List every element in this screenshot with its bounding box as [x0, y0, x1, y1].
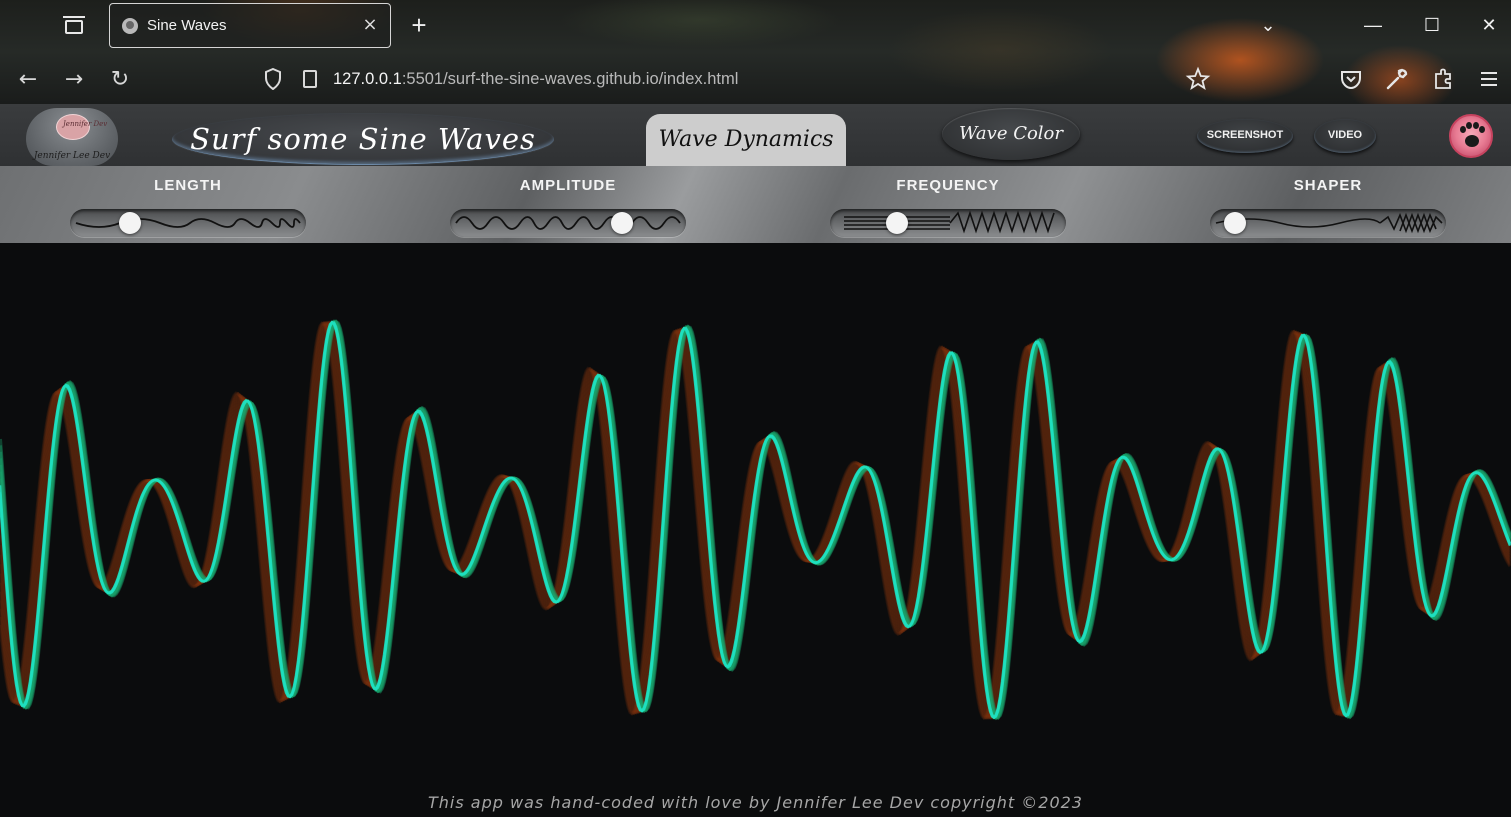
length-slider[interactable] — [70, 209, 306, 237]
extensions-icon[interactable] — [1430, 66, 1456, 92]
browser-tab[interactable]: Sine Waves × — [109, 3, 391, 48]
tab-wave-color[interactable]: Wave Color — [942, 108, 1080, 160]
screenshot-button[interactable]: SCREENSHOT — [1197, 119, 1293, 153]
video-button[interactable]: VIDEO — [1314, 119, 1376, 153]
wave-controls: LENGTH AMPLITUDE FREQUENCY SHAPER — [0, 166, 1511, 243]
logo-caption: Jennifer Lee Dev — [33, 151, 111, 161]
frequency-slider[interactable] — [830, 209, 1066, 237]
shield-icon[interactable] — [264, 68, 282, 90]
reload-icon[interactable]: ↻ — [106, 66, 134, 94]
app-header: Jennifer Dev Jennifer Lee Dev Surf some … — [0, 104, 1511, 166]
amplitude-label: AMPLITUDE — [519, 177, 617, 194]
shaper-label: SHAPER — [1293, 177, 1363, 194]
sine-wave-graphic — [0, 319, 1511, 721]
frequency-slider-thumb[interactable] — [885, 212, 908, 234]
url-text[interactable]: 127.0.0.1:5501/surf-the-sine-waves.githu… — [333, 70, 738, 89]
star-icon[interactable] — [1185, 66, 1211, 92]
wave-canvas[interactable] — [0, 243, 1511, 817]
logo[interactable]: Jennifer Dev Jennifer Lee Dev — [26, 108, 118, 166]
tab-title: Sine Waves — [147, 17, 227, 34]
maximize-icon[interactable]: ☐ — [1417, 10, 1447, 40]
amplitude-slider[interactable] — [450, 209, 686, 237]
shaper-slider[interactable] — [1210, 209, 1446, 237]
paw-icon[interactable] — [1449, 114, 1493, 158]
browser-chrome: Sine Waves × + ⌄ — ☐ ✕ ← → ↻ 127.0.0.1:5… — [0, 0, 1511, 104]
close-window-icon[interactable]: ✕ — [1474, 10, 1504, 40]
favicon-icon — [122, 18, 138, 34]
amplitude-slider-thumb[interactable] — [610, 212, 633, 234]
site-title-text: Surf some Sine Waves — [190, 122, 536, 156]
tab-wave-color-label: Wave Color — [958, 123, 1064, 144]
page-icon — [303, 70, 317, 88]
wrench-icon[interactable] — [1384, 66, 1410, 92]
tab-wave-dynamics-label: Wave Dynamics — [658, 127, 834, 152]
pocket-icon[interactable] — [1338, 66, 1364, 92]
back-icon[interactable]: ← — [14, 66, 42, 94]
list-all-tabs-icon[interactable]: ⌄ — [1253, 10, 1283, 40]
tab-wave-dynamics[interactable]: Wave Dynamics — [646, 114, 846, 166]
new-tab-button[interactable]: + — [406, 10, 432, 40]
footer-copyright: This app was hand-coded with love by Jen… — [428, 793, 1083, 812]
frequency-label: FREQUENCY — [896, 177, 1000, 194]
forward-icon[interactable]: → — [60, 66, 88, 94]
site-title: Surf some Sine Waves — [172, 113, 554, 165]
length-label: LENGTH — [154, 177, 222, 194]
tab-close-icon[interactable]: × — [360, 14, 380, 36]
tab-overview-icon[interactable] — [60, 12, 88, 40]
video-button-label: VIDEO — [1327, 129, 1363, 141]
screenshot-button-label: SCREENSHOT — [1206, 129, 1284, 141]
minimize-icon[interactable]: — — [1358, 10, 1388, 40]
logo-cloud-text: Jennifer Dev — [63, 120, 108, 128]
menu-icon[interactable] — [1476, 66, 1502, 92]
